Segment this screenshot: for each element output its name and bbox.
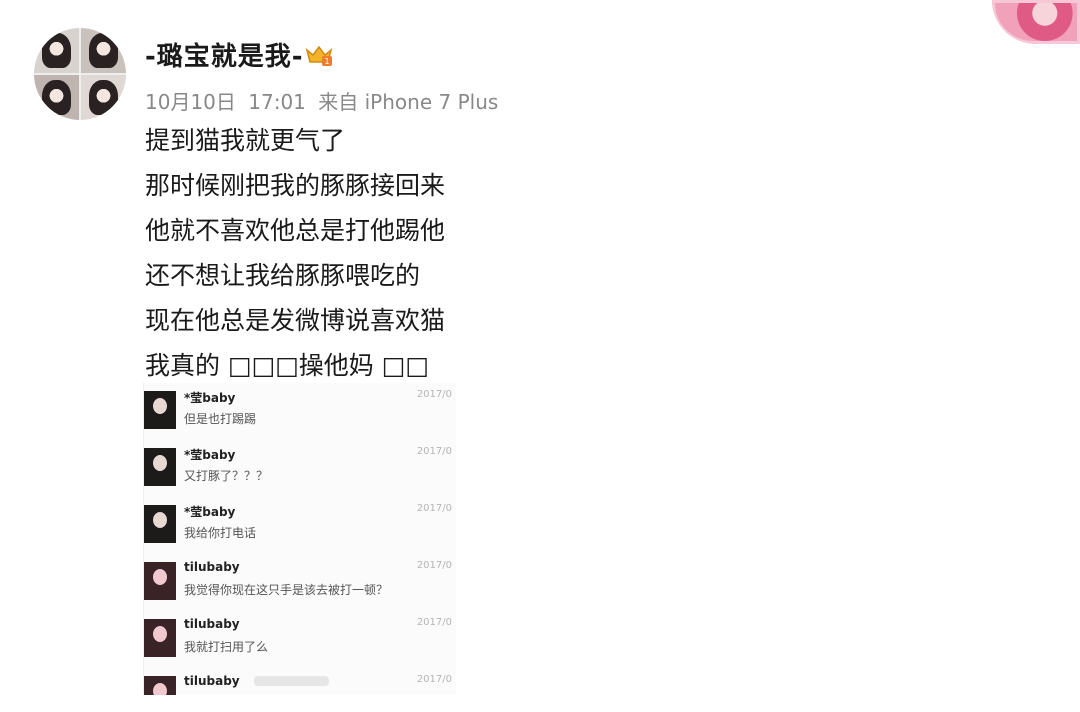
post-line: 我真的 □□□操他妈 □□ bbox=[145, 351, 429, 380]
chat-time: 2017/0 bbox=[416, 674, 452, 685]
chat-avatar bbox=[144, 619, 176, 657]
post-line: 那时候刚把我的豚豚接回来 bbox=[145, 171, 446, 200]
chat-name: *莹baby bbox=[184, 448, 236, 462]
chat-row: *莹baby 2017/0 又打豚了？？？ bbox=[144, 440, 456, 497]
chat-name: *莹baby bbox=[184, 505, 236, 519]
avatar-photo bbox=[81, 75, 126, 120]
post-time: 17:01 bbox=[248, 90, 306, 114]
chat-avatar bbox=[144, 448, 176, 486]
chat-time: 2017/0 bbox=[416, 560, 452, 571]
chat-time: 2017/0 bbox=[416, 446, 452, 457]
chat-avatar bbox=[144, 505, 176, 543]
avatar-photo bbox=[34, 75, 79, 120]
chat-row: tilubaby 2017/0 我就打扫用了么 bbox=[144, 611, 456, 668]
chat-name: tilubaby bbox=[184, 674, 240, 688]
post-line: 现在他总是发微博说喜欢猫 bbox=[145, 306, 446, 335]
post-meta: 10月10日 17:01 来自 iPhone 7 Plus bbox=[145, 86, 504, 115]
post-line: 他就不喜欢他总是打他踢他 bbox=[145, 216, 446, 245]
post-line: 还不想让我给豚豚喂吃的 bbox=[145, 261, 421, 290]
chat-message: 我给你打电话 bbox=[184, 526, 257, 540]
chat-avatar bbox=[144, 562, 176, 600]
username[interactable]: -璐宝就是我- bbox=[145, 36, 304, 73]
chat-message: 又打豚了？？？ bbox=[184, 469, 269, 483]
post-line: 提到猫我就更气了 bbox=[145, 126, 346, 155]
chat-message: 我就打扫用了么 bbox=[184, 640, 269, 654]
svg-text:1: 1 bbox=[324, 57, 329, 66]
chat-screenshot-image[interactable]: *莹baby 2017/0 但是也打踢踢 *莹baby 2017/0 又打豚了？… bbox=[143, 383, 456, 695]
chat-row: *莹baby 2017/0 但是也打踢踢 bbox=[144, 383, 456, 440]
corner-avatar[interactable] bbox=[992, 0, 1080, 44]
blurred-text bbox=[254, 676, 329, 686]
chat-name: *莹baby bbox=[184, 391, 236, 405]
chat-row: tilubaby 2017/0 我觉得你现在这只手是该去被打一顿？ bbox=[144, 554, 456, 611]
chat-message: 我觉得你现在这只手是该去被打一顿？ bbox=[184, 583, 389, 597]
post-date: 10月10日 bbox=[145, 90, 236, 114]
chat-time: 2017/0 bbox=[416, 617, 452, 628]
vip-crown-icon: 1 bbox=[305, 45, 333, 66]
chat-name: tilubaby bbox=[184, 617, 240, 631]
chat-time: 2017/0 bbox=[416, 503, 452, 514]
chat-row: tilubaby 2017/0 bbox=[144, 668, 456, 695]
chat-name: tilubaby bbox=[184, 560, 240, 574]
chat-message: 但是也打踢踢 bbox=[184, 412, 257, 426]
post-text: 提到猫我就更气了 那时候刚把我的豚豚接回来 他就不喜欢他总是打他踢他 还不想让我… bbox=[145, 118, 445, 388]
chat-time: 2017/0 bbox=[416, 389, 452, 400]
user-avatar[interactable] bbox=[34, 28, 126, 120]
avatar-photo bbox=[34, 28, 79, 73]
chat-row: *莹baby 2017/0 我给你打电话 bbox=[144, 497, 456, 554]
chat-avatar bbox=[144, 676, 176, 695]
chat-avatar bbox=[144, 391, 176, 429]
avatar-photo bbox=[81, 28, 126, 73]
post-source[interactable]: 来自 iPhone 7 Plus bbox=[318, 90, 498, 114]
